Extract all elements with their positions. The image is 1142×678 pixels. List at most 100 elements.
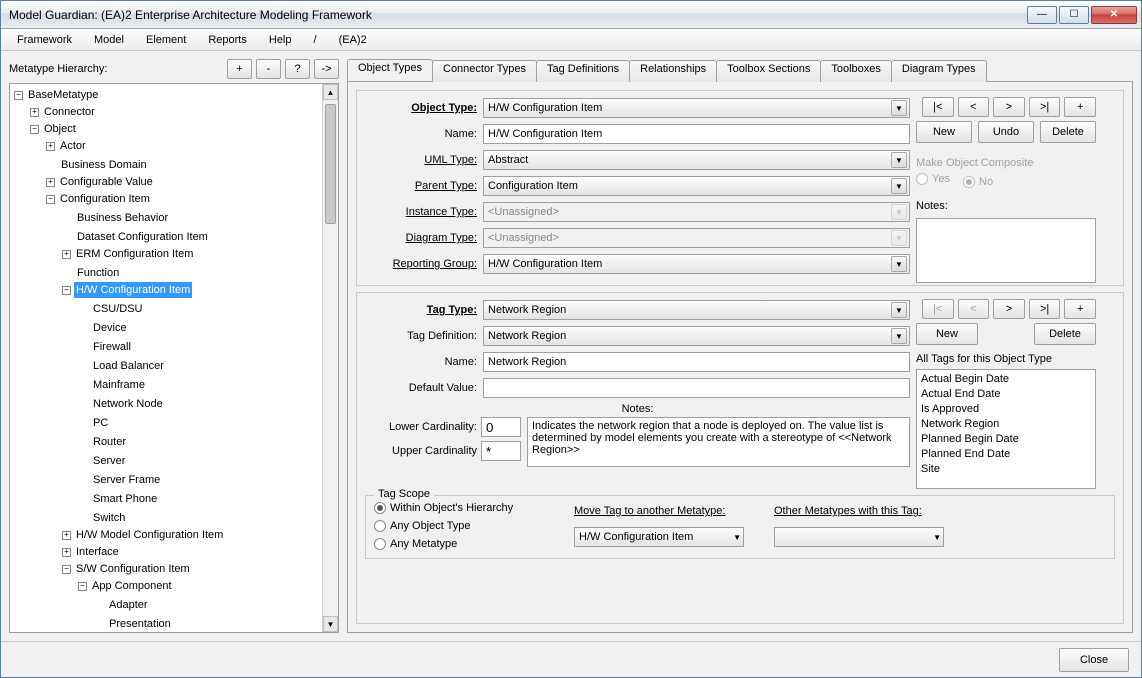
parent-type-select[interactable]: Configuration Item▼ — [483, 176, 910, 196]
list-item[interactable]: Is Approved — [921, 402, 1091, 417]
tag-nav-next-button[interactable]: > — [993, 299, 1025, 319]
hierarchy-help-button[interactable]: ? — [285, 59, 310, 79]
tab-relationships[interactable]: Relationships — [629, 60, 717, 82]
hierarchy-go-button[interactable]: -> — [314, 59, 339, 79]
tab-diagram-types[interactable]: Diagram Types — [891, 60, 987, 82]
close-button[interactable]: Close — [1059, 648, 1129, 672]
tab-tag-definitions[interactable]: Tag Definitions — [536, 60, 630, 82]
tree-toggle-icon[interactable]: + — [30, 108, 39, 117]
reporting-group-select[interactable]: H/W Configuration Item▼ — [483, 254, 910, 274]
nav-prev-button[interactable]: < — [958, 97, 990, 117]
tree-node[interactable]: Adapter — [107, 597, 150, 613]
scrollbar-thumb[interactable] — [325, 104, 336, 224]
tree-node[interactable]: Configurable Value — [58, 174, 155, 190]
uml-type-select[interactable]: Abstract▼ — [483, 150, 910, 170]
new-button[interactable]: New — [916, 121, 972, 143]
tree-node[interactable]: Dataset Configuration Item — [75, 229, 210, 245]
list-item[interactable]: Planned End Date — [921, 447, 1091, 462]
nav-last-button[interactable]: >| — [1029, 97, 1061, 117]
name-input[interactable] — [483, 124, 910, 144]
tree-node[interactable]: BaseMetatype — [26, 87, 100, 103]
lower-card-input[interactable] — [481, 417, 521, 437]
tree-node[interactable]: Connector — [42, 104, 97, 120]
tree-node[interactable]: Firewall — [91, 339, 133, 355]
delete-button[interactable]: Delete — [1040, 121, 1096, 143]
tree-node[interactable]: Mainframe — [91, 377, 147, 393]
tree-node[interactable]: Load Balancer — [91, 358, 166, 374]
scroll-down-icon[interactable]: ▼ — [323, 616, 338, 632]
tab-toolboxes[interactable]: Toolboxes — [820, 60, 892, 82]
tree-toggle-icon[interactable]: − — [62, 286, 71, 295]
scope-within-radio[interactable]: Within Object's Hierarchy — [374, 502, 534, 514]
tree-node[interactable]: Switch — [91, 510, 127, 526]
tree-node[interactable]: App Component — [90, 578, 174, 594]
move-tag-select[interactable]: H/W Configuration Item▼ — [574, 527, 744, 547]
tree-toggle-icon[interactable]: − — [46, 195, 55, 204]
tree-toggle-icon[interactable]: + — [62, 250, 71, 259]
hierarchy-tree[interactable]: −BaseMetatype +Connector −Object +Actor … — [9, 83, 339, 633]
nav-add-button[interactable]: + — [1064, 97, 1096, 117]
tree-node[interactable]: Smart Phone — [91, 491, 159, 507]
nav-next-button[interactable]: > — [993, 97, 1025, 117]
scope-any-object-radio[interactable]: Any Object Type — [374, 520, 534, 532]
tag-delete-button[interactable]: Delete — [1034, 323, 1096, 345]
tag-nav-last-button[interactable]: >| — [1029, 299, 1061, 319]
tree-node[interactable]: Device — [91, 320, 129, 336]
tree-node[interactable]: Configuration Item — [58, 191, 152, 207]
tree-node[interactable]: ERM Configuration Item — [74, 246, 195, 262]
upper-card-input[interactable] — [481, 441, 521, 461]
tag-definition-select[interactable]: Network Region▼ — [483, 326, 910, 346]
tree-node[interactable]: H/W Model Configuration Item — [74, 527, 225, 543]
minimize-button[interactable]: — — [1027, 6, 1057, 24]
tree-node[interactable]: Business Behavior — [75, 210, 170, 226]
tree-node[interactable]: Business Domain — [59, 157, 149, 173]
other-metatypes-select[interactable]: ▼ — [774, 527, 944, 547]
undo-button[interactable]: Undo — [978, 121, 1034, 143]
menu-element[interactable]: Element — [136, 32, 196, 48]
list-item[interactable]: Network Region — [921, 417, 1091, 432]
tree-node[interactable]: Actor — [58, 138, 88, 154]
tree-node[interactable]: Function — [75, 265, 121, 281]
tree-toggle-icon[interactable]: + — [62, 548, 71, 557]
tree-toggle-icon[interactable]: − — [30, 125, 39, 134]
tree-toggle-icon[interactable]: − — [78, 582, 87, 591]
list-item[interactable]: Planned Begin Date — [921, 432, 1091, 447]
tree-scrollbar[interactable]: ▲ ▼ — [322, 84, 338, 632]
tab-object-types[interactable]: Object Types — [347, 59, 433, 81]
menu-reports[interactable]: Reports — [198, 32, 257, 48]
tree-node-selected[interactable]: H/W Configuration Item — [74, 282, 192, 298]
default-value-input[interactable] — [483, 378, 910, 398]
tag-type-select[interactable]: Network Region▼ — [483, 300, 910, 320]
all-tags-list[interactable]: Actual Begin Date Actual End Date Is App… — [916, 369, 1096, 489]
tag-notes-textarea[interactable]: Indicates the network region that a node… — [527, 417, 910, 467]
menu-ea2[interactable]: (EA)2 — [329, 32, 377, 48]
menu-help[interactable]: Help — [259, 32, 302, 48]
close-window-button[interactable]: ✕ — [1091, 6, 1137, 24]
scope-any-metatype-radio[interactable]: Any Metatype — [374, 538, 534, 550]
hierarchy-remove-button[interactable]: - — [256, 59, 281, 79]
menu-framework[interactable]: Framework — [7, 32, 82, 48]
menu-model[interactable]: Model — [84, 32, 134, 48]
tree-toggle-icon[interactable]: + — [46, 178, 55, 187]
list-item[interactable]: Site — [921, 462, 1091, 477]
tag-name-input[interactable] — [483, 352, 910, 372]
object-type-select[interactable]: H/W Configuration Item▼ — [483, 98, 910, 118]
notes-textarea[interactable] — [916, 218, 1096, 283]
tree-node[interactable]: Router — [91, 434, 128, 450]
scroll-up-icon[interactable]: ▲ — [323, 84, 338, 100]
tag-new-button[interactable]: New — [916, 323, 978, 345]
tag-nav-add-button[interactable]: + — [1064, 299, 1096, 319]
tree-node[interactable]: Server Frame — [91, 472, 162, 488]
tree-node[interactable]: Presentation — [107, 616, 173, 632]
maximize-button[interactable]: ☐ — [1059, 6, 1089, 24]
tree-node[interactable]: S/W Configuration Item — [74, 561, 192, 577]
tree-toggle-icon[interactable]: + — [62, 531, 71, 540]
tree-node[interactable]: CSU/DSU — [91, 301, 145, 317]
list-item[interactable]: Actual End Date — [921, 387, 1091, 402]
list-item[interactable]: Actual Begin Date — [921, 372, 1091, 387]
hierarchy-add-button[interactable]: + — [227, 59, 252, 79]
nav-first-button[interactable]: |< — [922, 97, 954, 117]
tree-node[interactable]: PC — [91, 415, 110, 431]
tab-toolbox-sections[interactable]: Toolbox Sections — [716, 60, 821, 82]
tree-node[interactable]: Interface — [74, 544, 121, 560]
